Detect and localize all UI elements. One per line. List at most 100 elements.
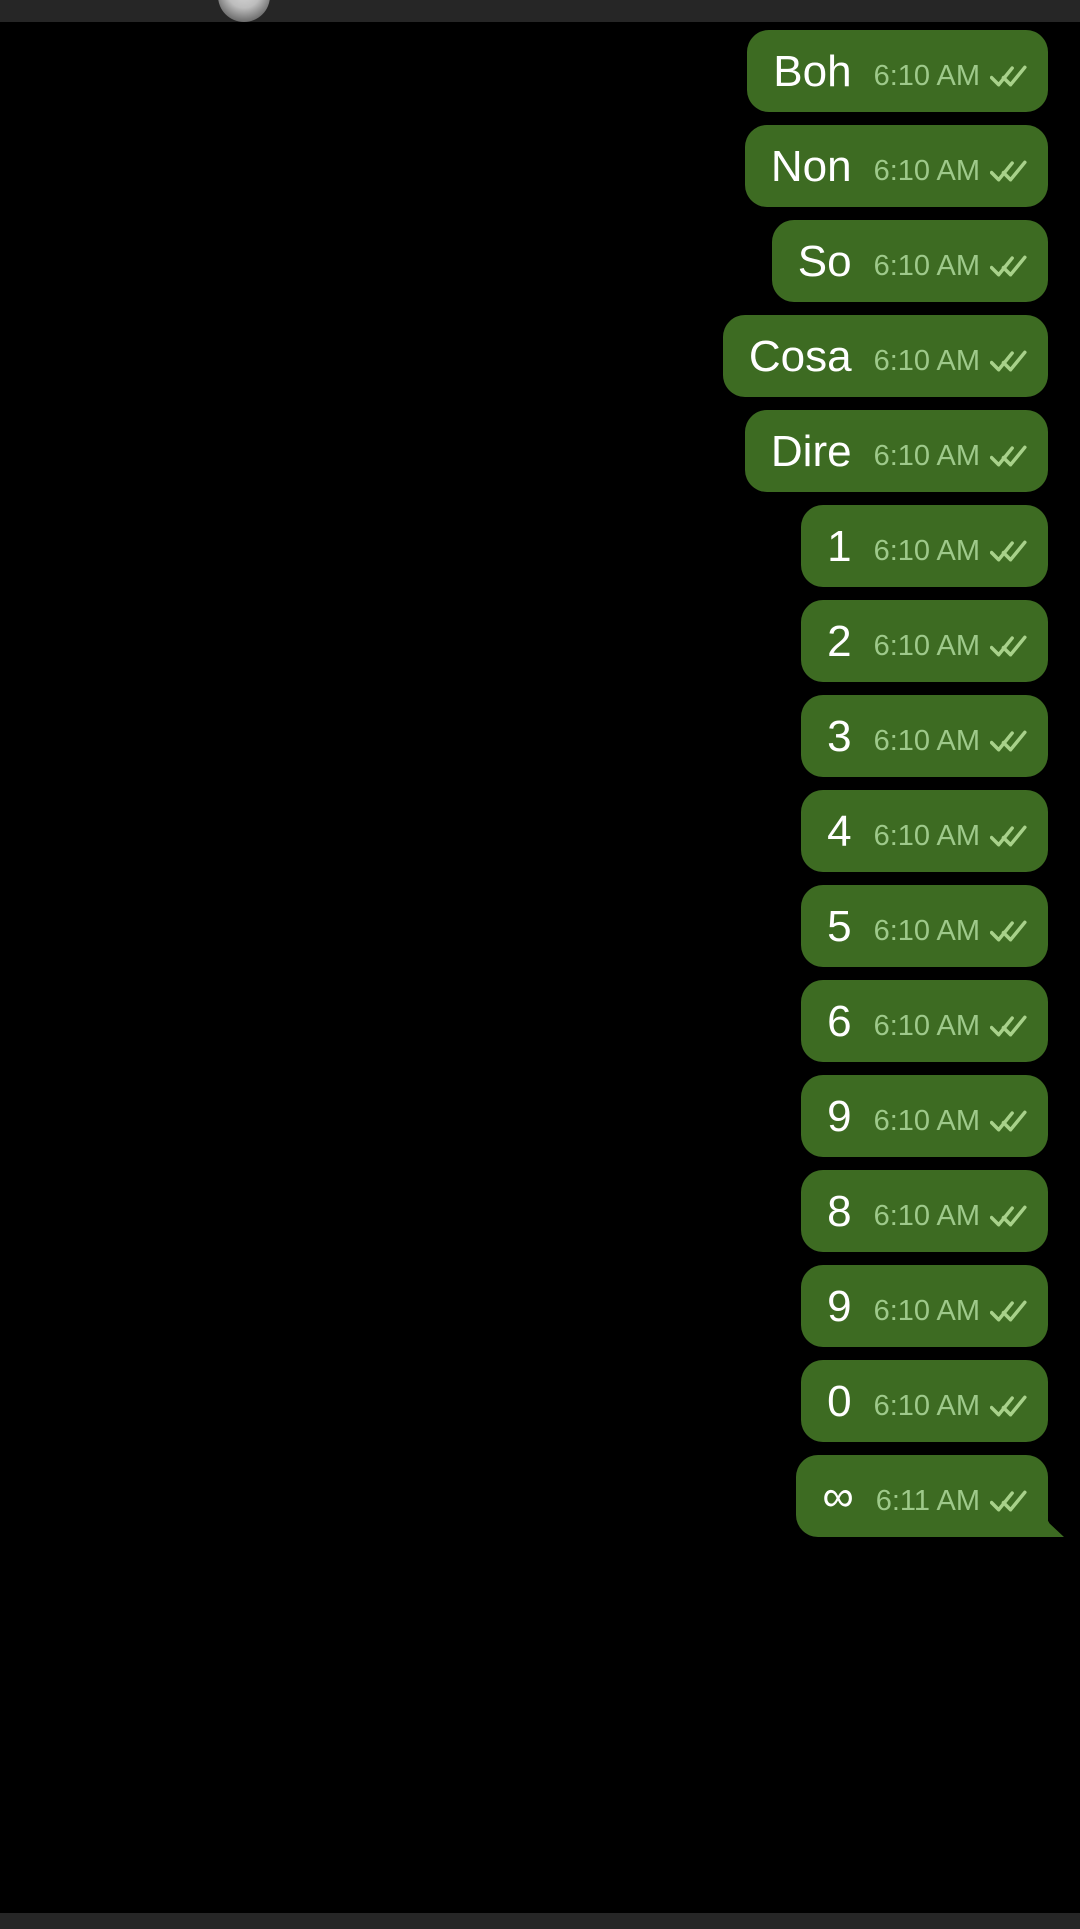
message-timestamp: 6:10 AM	[873, 1105, 980, 1137]
outgoing-message-bubble[interactable]: 1 6:10 AM	[801, 505, 1048, 587]
outgoing-message-bubble[interactable]: 8 6:10 AM	[801, 1170, 1048, 1252]
outgoing-message-bubble[interactable]: 3 6:10 AM	[801, 695, 1048, 777]
message-text: ∞	[822, 1472, 854, 1521]
message-meta: 6:10 AM	[874, 915, 1028, 953]
message-timestamp: 6:10 AM	[873, 630, 980, 662]
outgoing-message-bubble[interactable]: 5 6:10 AM	[801, 885, 1048, 967]
double-check-icon	[990, 1395, 1027, 1417]
message-meta: 6:10 AM	[874, 630, 1028, 668]
double-check-icon	[990, 825, 1027, 847]
message-meta: 6:10 AM	[874, 1105, 1028, 1143]
message-row: 8 6:10 AM	[0, 1170, 1048, 1252]
message-timestamp: 6:10 AM	[873, 725, 980, 757]
message-row: 1 6:10 AM	[0, 505, 1048, 587]
message-meta: 6:10 AM	[874, 820, 1028, 858]
message-meta: 6:10 AM	[874, 345, 1028, 383]
message-row: Non 6:10 AM	[0, 125, 1048, 207]
double-check-icon	[990, 65, 1027, 87]
message-timestamp: 6:11 AM	[875, 1485, 980, 1517]
message-timestamp: 6:10 AM	[873, 1295, 980, 1327]
message-row: Dire 6:10 AM	[0, 410, 1048, 492]
outgoing-message-bubble[interactable]: 0 6:10 AM	[801, 1360, 1048, 1442]
message-text: 6	[827, 997, 852, 1046]
outgoing-message-bubble[interactable]: So 6:10 AM	[771, 220, 1048, 302]
message-row: Boh 6:10 AM	[0, 30, 1048, 112]
message-meta: 6:10 AM	[874, 725, 1028, 763]
double-check-icon	[990, 255, 1027, 277]
double-check-icon	[990, 350, 1027, 372]
message-text: 0	[827, 1377, 852, 1426]
message-timestamp: 6:10 AM	[873, 1010, 980, 1042]
outgoing-message-bubble[interactable]: Non 6:10 AM	[744, 125, 1048, 207]
message-row: 9 6:10 AM	[0, 1075, 1048, 1157]
outgoing-message-bubble[interactable]: Dire 6:10 AM	[744, 410, 1048, 492]
message-row: 3 6:10 AM	[0, 695, 1048, 777]
message-timestamp: 6:10 AM	[873, 820, 980, 852]
double-check-icon	[990, 1110, 1027, 1132]
message-meta: 6:11 AM	[876, 1485, 1028, 1523]
double-check-icon	[990, 635, 1027, 657]
message-row: 5 6:10 AM	[0, 885, 1048, 967]
message-timestamp: 6:10 AM	[873, 535, 980, 567]
outgoing-message-bubble[interactable]: Boh 6:10 AM	[747, 30, 1048, 112]
message-row: 0 6:10 AM	[0, 1360, 1048, 1442]
message-text: 2	[827, 617, 852, 666]
app-top-bar	[0, 0, 1080, 22]
message-meta: 6:10 AM	[874, 250, 1028, 288]
chat-message-list[interactable]: Boh 6:10 AM Non 6:10 AM So 6:10 AM Cosa 6:10 AM…	[0, 22, 1080, 1913]
outgoing-message-bubble[interactable]: ∞ 6:11 AM	[796, 1455, 1048, 1537]
message-row: Cosa 6:10 AM	[0, 315, 1048, 397]
message-timestamp: 6:10 AM	[873, 250, 980, 282]
message-meta: 6:10 AM	[874, 535, 1028, 573]
outgoing-message-bubble[interactable]: 6 6:10 AM	[801, 980, 1048, 1062]
double-check-icon	[990, 160, 1027, 182]
message-timestamp: 6:10 AM	[873, 345, 980, 377]
message-row: 2 6:10 AM	[0, 600, 1048, 682]
message-row: 6 6:10 AM	[0, 980, 1048, 1062]
message-text: Cosa	[748, 332, 852, 381]
double-check-icon	[990, 1205, 1027, 1227]
message-meta: 6:10 AM	[874, 60, 1028, 98]
message-meta: 6:10 AM	[874, 1010, 1028, 1048]
outgoing-message-bubble[interactable]: 4 6:10 AM	[801, 790, 1048, 872]
message-timestamp: 6:10 AM	[873, 915, 980, 947]
message-text: 9	[827, 1282, 852, 1331]
message-text: Non	[770, 142, 852, 191]
message-meta: 6:10 AM	[874, 1200, 1028, 1238]
message-timestamp: 6:10 AM	[873, 60, 980, 92]
message-timestamp: 6:10 AM	[873, 1390, 980, 1422]
message-row: 4 6:10 AM	[0, 790, 1048, 872]
message-text: Dire	[770, 427, 852, 476]
message-row: So 6:10 AM	[0, 220, 1048, 302]
message-text: 4	[827, 807, 852, 856]
message-text: 9	[827, 1092, 852, 1141]
message-meta: 6:10 AM	[874, 1390, 1028, 1428]
message-meta: 6:10 AM	[874, 155, 1028, 193]
message-meta: 6:10 AM	[874, 1295, 1028, 1333]
outgoing-message-bubble[interactable]: 9 6:10 AM	[801, 1265, 1048, 1347]
message-text: So	[797, 237, 852, 286]
double-check-icon	[990, 1490, 1027, 1512]
message-timestamp: 6:10 AM	[873, 1200, 980, 1232]
double-check-icon	[990, 920, 1027, 942]
message-meta: 6:10 AM	[874, 440, 1028, 478]
message-text: 3	[827, 712, 852, 761]
double-check-icon	[990, 445, 1027, 467]
double-check-icon	[990, 1300, 1027, 1322]
outgoing-message-bubble[interactable]: Cosa 6:10 AM	[722, 315, 1048, 397]
outgoing-message-bubble[interactable]: 9 6:10 AM	[801, 1075, 1048, 1157]
message-text: 1	[827, 522, 852, 571]
double-check-icon	[990, 540, 1027, 562]
message-row: ∞ 6:11 AM	[0, 1455, 1048, 1537]
app-bottom-bar	[0, 1913, 1080, 1929]
message-row: 9 6:10 AM	[0, 1265, 1048, 1347]
outgoing-message-bubble[interactable]: 2 6:10 AM	[801, 600, 1048, 682]
message-text: 8	[827, 1187, 852, 1236]
double-check-icon	[990, 730, 1027, 752]
message-text: 5	[827, 902, 852, 951]
contact-avatar-icon[interactable]	[218, 0, 270, 22]
double-check-icon	[990, 1015, 1027, 1037]
message-text: Boh	[773, 47, 852, 96]
message-timestamp: 6:10 AM	[873, 155, 980, 187]
message-timestamp: 6:10 AM	[873, 440, 980, 472]
